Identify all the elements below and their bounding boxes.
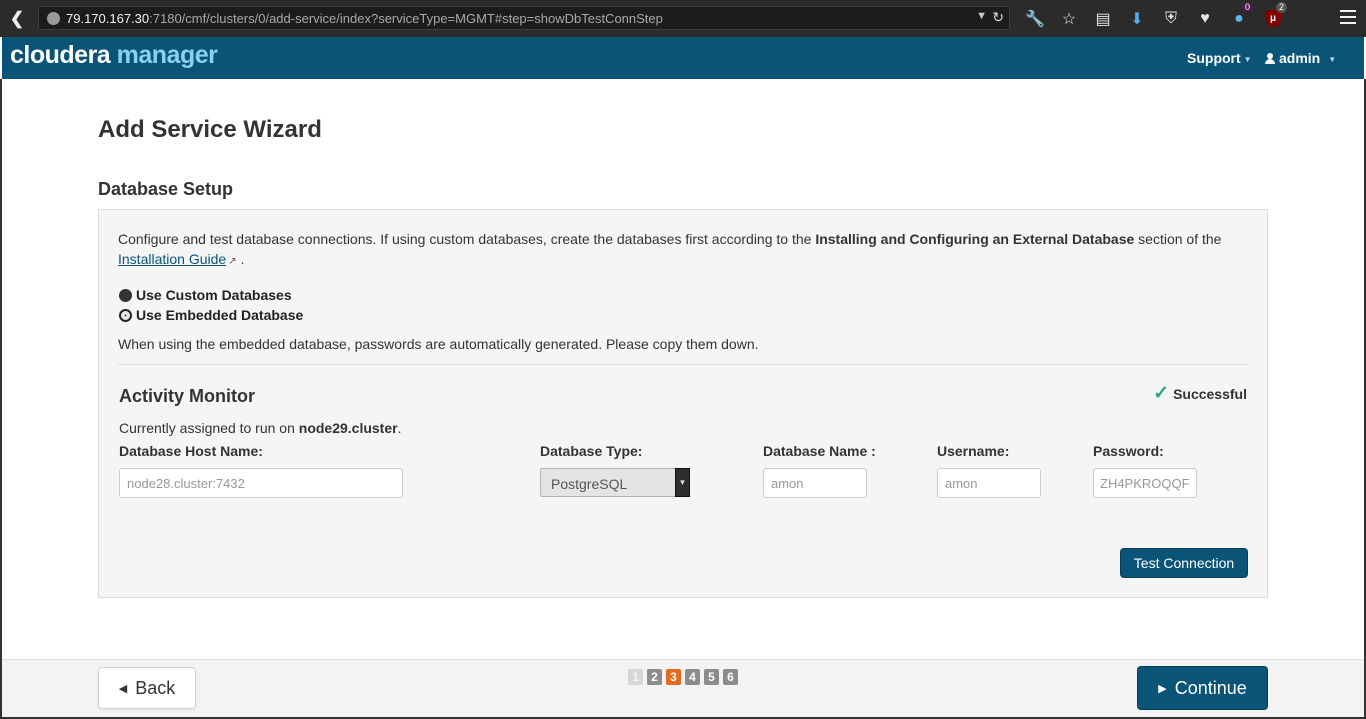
embedded-db-option[interactable]: Use Embedded Database: [119, 307, 303, 323]
embedded-note: When using the embedded database, passwo…: [118, 336, 759, 352]
type-label: Database Type:: [540, 443, 643, 459]
db-type-select[interactable]: PostgreSQL ▼: [540, 468, 690, 497]
wizard-footer: ◀ Back 1 2 3 4 5 6 ▶ Continue: [2, 659, 1364, 717]
page-title: Add Service Wizard: [98, 116, 322, 143]
url-host: 79.170.167.30: [66, 10, 150, 26]
activity-monitor-title: Activity Monitor: [119, 386, 256, 406]
assigned-suffix: .: [397, 420, 402, 436]
step-backward-icon: ◀: [118, 682, 128, 695]
browser-toolbar: ❮ 79.170.167.30:7180/cmf/clusters/0/add-…: [0, 0, 1366, 37]
logo-secondary: manager: [116, 41, 218, 69]
installation-guide-link[interactable]: Installation Guide: [118, 251, 226, 267]
logo-primary: cloudera: [10, 41, 111, 69]
wrench-icon[interactable]: 🔧: [1018, 0, 1052, 37]
password-input[interactable]: [1093, 468, 1197, 498]
step-6[interactable]: 6: [723, 669, 738, 685]
intro-text: Configure and test database connections.…: [118, 229, 1238, 272]
status-text: Successful: [1173, 385, 1247, 402]
assigned-prefix: Currently assigned to run on: [119, 420, 299, 436]
cloudera-manager-logo[interactable]: cloudera manager: [10, 41, 218, 70]
host-input[interactable]: [119, 468, 403, 498]
ublock-shield: μ: [1265, 10, 1281, 27]
caret-down-icon: ▼: [1328, 54, 1337, 64]
step-4[interactable]: 4: [685, 669, 700, 685]
step-3[interactable]: 3: [666, 669, 681, 685]
step-indicator: 1 2 3 4 5 6: [628, 669, 742, 685]
shield-icon[interactable]: ⛨: [1154, 0, 1188, 37]
continue-label: Continue: [1174, 677, 1247, 698]
reader-icon[interactable]: ▤: [1086, 0, 1120, 37]
divider: [118, 364, 1248, 365]
custom-db-option[interactable]: Use Custom Databases: [119, 287, 292, 303]
intro-text-middle: section of the: [1134, 231, 1222, 247]
intro-text-end: .: [236, 251, 245, 267]
host-label: Database Host Name:: [119, 443, 263, 459]
url-path: :7180/cmf/clusters/0/add-service/index?s…: [149, 10, 663, 26]
assigned-host-text: Currently assigned to run on node29.clus…: [119, 420, 401, 436]
star-icon[interactable]: ☆: [1052, 0, 1086, 37]
ublock-badge: 2: [1275, 2, 1287, 13]
url-text: 79.170.167.30:7180/cmf/clusters/0/add-se…: [66, 11, 663, 26]
user-label: admin: [1279, 50, 1321, 66]
select-arrow-icon[interactable]: ▼: [675, 468, 690, 497]
ublock-icon[interactable]: μ2: [1256, 0, 1290, 37]
back-button[interactable]: ◀ Back: [98, 667, 196, 709]
step-2[interactable]: 2: [647, 669, 662, 685]
ghostery-icon[interactable]: ● 0: [1222, 0, 1256, 37]
ghostery-badge: 0: [1241, 2, 1253, 13]
address-bar[interactable]: 79.170.167.30:7180/cmf/clusters/0/add-se…: [38, 6, 1010, 30]
step-5[interactable]: 5: [704, 669, 719, 685]
username-label: Username:: [937, 443, 1010, 459]
user-icon: [1265, 53, 1275, 64]
status-indicator: ✓ Successful: [1153, 382, 1247, 405]
username-input[interactable]: [937, 468, 1041, 498]
external-link-icon: ↗: [228, 256, 237, 267]
download-icon[interactable]: ⬇: [1120, 0, 1154, 37]
user-menu[interactable]: admin ▼: [1265, 50, 1336, 66]
hamburger-menu-icon[interactable]: [1340, 9, 1356, 25]
intro-bold: Installing and Configuring an External D…: [815, 231, 1135, 247]
step-1[interactable]: 1: [628, 669, 643, 685]
assigned-host: node29.cluster: [298, 420, 398, 436]
app-header: cloudera manager Support ▼ admin ▼: [2, 37, 1364, 79]
reload-icon[interactable]: ↻: [992, 9, 1004, 26]
custom-db-label: Use Custom Databases: [136, 287, 292, 303]
support-menu[interactable]: Support ▼: [1187, 50, 1252, 66]
back-label: Back: [135, 677, 176, 698]
caret-down-icon: ▼: [1243, 54, 1252, 64]
pocket-icon[interactable]: ♥: [1188, 0, 1222, 37]
password-label: Password:: [1093, 443, 1164, 459]
url-dropdown-icon[interactable]: ▼: [976, 10, 987, 22]
checkmark-icon: ✓: [1153, 383, 1170, 404]
globe-icon: [47, 11, 60, 25]
continue-button[interactable]: ▶ Continue: [1137, 666, 1268, 710]
database-setup-panel: Configure and test database connections.…: [98, 209, 1268, 598]
db-name-label: Database Name :: [763, 443, 876, 459]
test-connection-button[interactable]: Test Connection: [1120, 548, 1248, 578]
step-forward-icon: ▶: [1158, 682, 1167, 695]
embedded-db-radio[interactable]: [119, 308, 132, 322]
custom-db-radio[interactable]: [119, 288, 132, 302]
db-name-input[interactable]: [763, 468, 867, 498]
back-arrow-icon[interactable]: ❮: [0, 0, 34, 37]
embedded-db-label: Use Embedded Database: [136, 307, 304, 323]
section-title: Database Setup: [98, 179, 234, 199]
intro-text-start: Configure and test database connections.…: [118, 231, 816, 247]
support-label: Support: [1187, 50, 1241, 66]
db-type-value: PostgreSQL: [551, 476, 628, 492]
